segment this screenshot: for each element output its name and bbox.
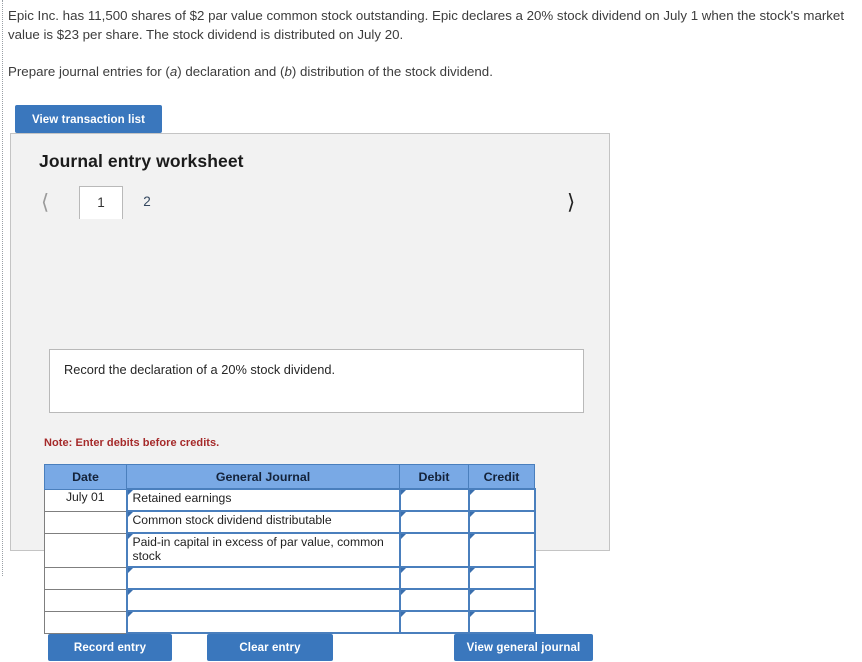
dropdown-nub-icon bbox=[469, 534, 475, 539]
credit-input-value bbox=[470, 534, 534, 551]
worksheet-tabstrip: ⟨ 1 2 ⟩ bbox=[11, 186, 609, 219]
dropdown-nub-icon bbox=[469, 612, 475, 617]
dropdown-nub-icon bbox=[400, 534, 406, 539]
tab-entry-2[interactable]: 2 bbox=[125, 186, 169, 219]
account-input-value: Paid-in capital in excess of par value, … bbox=[132, 535, 384, 563]
problem-p2-tail: ) distribution of the stock dividend. bbox=[291, 64, 493, 79]
debit-input-value bbox=[401, 512, 468, 529]
problem-p2-mid: ) declaration and ( bbox=[177, 64, 285, 79]
tab-entry-1[interactable]: 1 bbox=[79, 186, 123, 219]
date-cell[interactable] bbox=[44, 566, 127, 590]
account-input-value: Common stock dividend distributable bbox=[132, 513, 332, 527]
dropdown-nub-icon bbox=[127, 568, 133, 573]
dropdown-nub-icon bbox=[400, 568, 406, 573]
debit-input[interactable] bbox=[398, 566, 470, 590]
date-cell[interactable] bbox=[44, 610, 127, 634]
dropdown-nub-icon bbox=[127, 612, 133, 617]
column-header-general-journal: General Journal bbox=[126, 464, 400, 490]
worksheet-title: Journal entry worksheet bbox=[39, 151, 244, 171]
table-row: Paid-in capital in excess of par value, … bbox=[44, 532, 536, 568]
debit-input-value bbox=[401, 590, 468, 607]
journal-entry-worksheet-panel: Journal entry worksheet ⟨ 1 2 ⟩ Record t… bbox=[10, 133, 610, 661]
debits-before-credits-note: Note: Enter debits before credits. bbox=[44, 437, 220, 449]
date-cell[interactable] bbox=[44, 532, 127, 568]
credit-input[interactable] bbox=[467, 488, 536, 512]
table-row bbox=[44, 566, 536, 590]
credit-input[interactable] bbox=[467, 532, 536, 568]
dropdown-nub-icon bbox=[127, 590, 133, 595]
table-row: Common stock dividend distributable bbox=[44, 510, 536, 534]
account-input[interactable]: Retained earnings bbox=[125, 488, 401, 512]
account-input[interactable] bbox=[125, 610, 401, 634]
account-input[interactable]: Paid-in capital in excess of par value, … bbox=[125, 532, 401, 568]
column-header-credit: Credit bbox=[468, 464, 535, 490]
debit-input-value bbox=[401, 568, 468, 585]
debit-input-value bbox=[401, 612, 468, 629]
credit-input[interactable] bbox=[467, 510, 536, 534]
account-input-value bbox=[128, 590, 399, 607]
debit-input[interactable] bbox=[398, 588, 470, 612]
debit-input-value bbox=[401, 490, 468, 507]
dropdown-nub-icon bbox=[400, 612, 406, 617]
page-root: Epic Inc. has 11,500 shares of $2 par va… bbox=[0, 0, 862, 661]
account-input[interactable] bbox=[125, 566, 401, 590]
credit-input-value bbox=[470, 590, 534, 607]
dropdown-nub-icon bbox=[469, 568, 475, 573]
table-header-row: Date General Journal Debit Credit bbox=[44, 464, 535, 490]
account-input[interactable] bbox=[125, 588, 401, 612]
dropdown-nub-icon bbox=[127, 534, 133, 539]
table-row bbox=[44, 610, 536, 634]
chevron-left-icon[interactable]: ⟨ bbox=[41, 189, 49, 215]
journal-entry-table: Date General Journal Debit Credit July 0… bbox=[44, 464, 536, 634]
dropdown-nub-icon bbox=[469, 490, 475, 495]
debit-input[interactable] bbox=[398, 532, 470, 568]
debit-input-value bbox=[401, 534, 468, 551]
date-cell[interactable] bbox=[44, 510, 127, 534]
view-transaction-list-button[interactable]: View transaction list bbox=[15, 105, 162, 133]
table-row: July 01 Retained earnings bbox=[44, 488, 536, 512]
table-row bbox=[44, 588, 536, 612]
debit-input[interactable] bbox=[398, 610, 470, 634]
debit-input[interactable] bbox=[398, 488, 470, 512]
problem-paragraph-2: Prepare journal entries for (a) declarat… bbox=[8, 62, 850, 81]
column-header-debit: Debit bbox=[399, 464, 469, 490]
account-input-value: Retained earnings bbox=[132, 491, 232, 505]
date-cell[interactable] bbox=[44, 588, 127, 612]
view-general-journal-button[interactable]: View general journal bbox=[454, 634, 593, 661]
account-input-value bbox=[128, 612, 399, 629]
account-input-value bbox=[128, 568, 399, 585]
clear-entry-button[interactable]: Clear entry bbox=[207, 634, 333, 661]
date-cell[interactable]: July 01 bbox=[44, 488, 127, 512]
chevron-right-icon[interactable]: ⟩ bbox=[567, 189, 575, 215]
credit-input-value bbox=[470, 568, 534, 585]
problem-paragraph-1: Epic Inc. has 11,500 shares of $2 par va… bbox=[8, 8, 845, 42]
credit-input-value bbox=[470, 512, 534, 529]
dropdown-nub-icon bbox=[469, 590, 475, 595]
credit-input-value bbox=[470, 612, 534, 629]
account-input[interactable]: Common stock dividend distributable bbox=[125, 510, 401, 534]
credit-input[interactable] bbox=[467, 566, 536, 590]
dropdown-nub-icon bbox=[400, 490, 406, 495]
column-header-date: Date bbox=[44, 464, 127, 490]
dropdown-nub-icon bbox=[127, 490, 133, 495]
credit-input-value bbox=[470, 490, 534, 507]
dropdown-nub-icon bbox=[469, 512, 475, 517]
dropdown-nub-icon bbox=[400, 512, 406, 517]
problem-statement: Epic Inc. has 11,500 shares of $2 par va… bbox=[8, 6, 850, 81]
entry-instruction-box: Record the declaration of a 20% stock di… bbox=[49, 349, 584, 413]
credit-input[interactable] bbox=[467, 588, 536, 612]
problem-p2-lead: Prepare journal entries for ( bbox=[8, 64, 170, 79]
problem-p2-italic-b: b bbox=[284, 64, 292, 79]
dropdown-nub-icon bbox=[127, 512, 133, 517]
debit-input[interactable] bbox=[398, 510, 470, 534]
dropdown-nub-icon bbox=[400, 590, 406, 595]
record-entry-button[interactable]: Record entry bbox=[48, 634, 172, 661]
credit-input[interactable] bbox=[467, 610, 536, 634]
